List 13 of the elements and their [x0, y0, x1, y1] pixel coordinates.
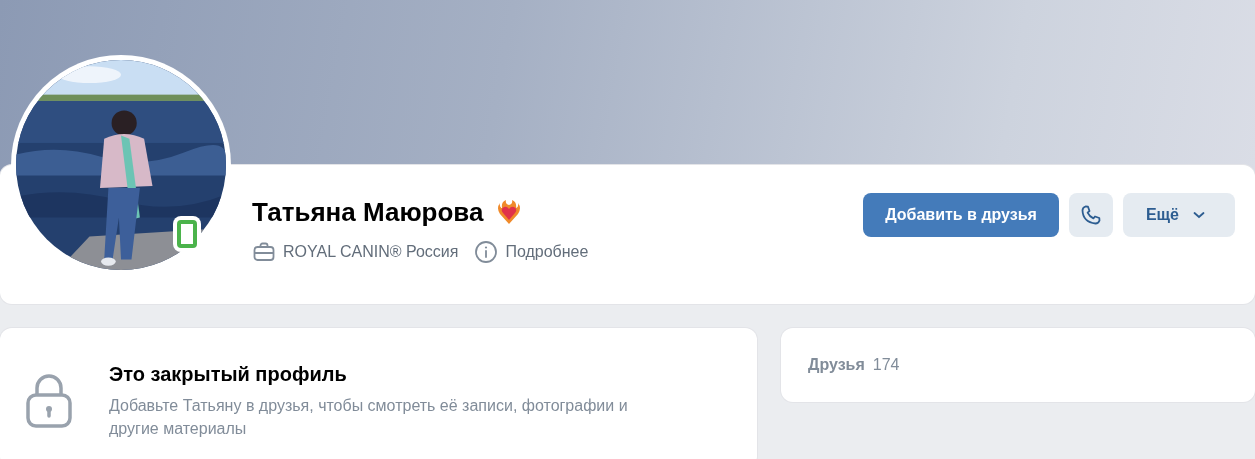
call-button[interactable]: [1068, 193, 1113, 237]
private-profile-text: Добавьте Татьяну в друзья, чтобы смотреть её записи, фотографии и другие материалы: [109, 396, 629, 439]
work-place: ROYAL CANIN® Россия: [283, 243, 459, 261]
info-icon: [474, 240, 499, 264]
lock-icon: [25, 373, 73, 429]
briefcase-icon: [252, 240, 276, 264]
private-profile-title: Это закрытый профиль: [109, 363, 348, 386]
friends-count: 174: [872, 356, 900, 374]
add-friend-button[interactable]: Добавить в друзья: [863, 193, 1059, 237]
details-link[interactable]: Подробнее: [505, 243, 589, 261]
friends-label[interactable]: Друзья: [808, 356, 865, 374]
profile-name: Татьяна Маюрова: [252, 196, 484, 228]
more-button[interactable]: Ещё: [1122, 193, 1235, 237]
